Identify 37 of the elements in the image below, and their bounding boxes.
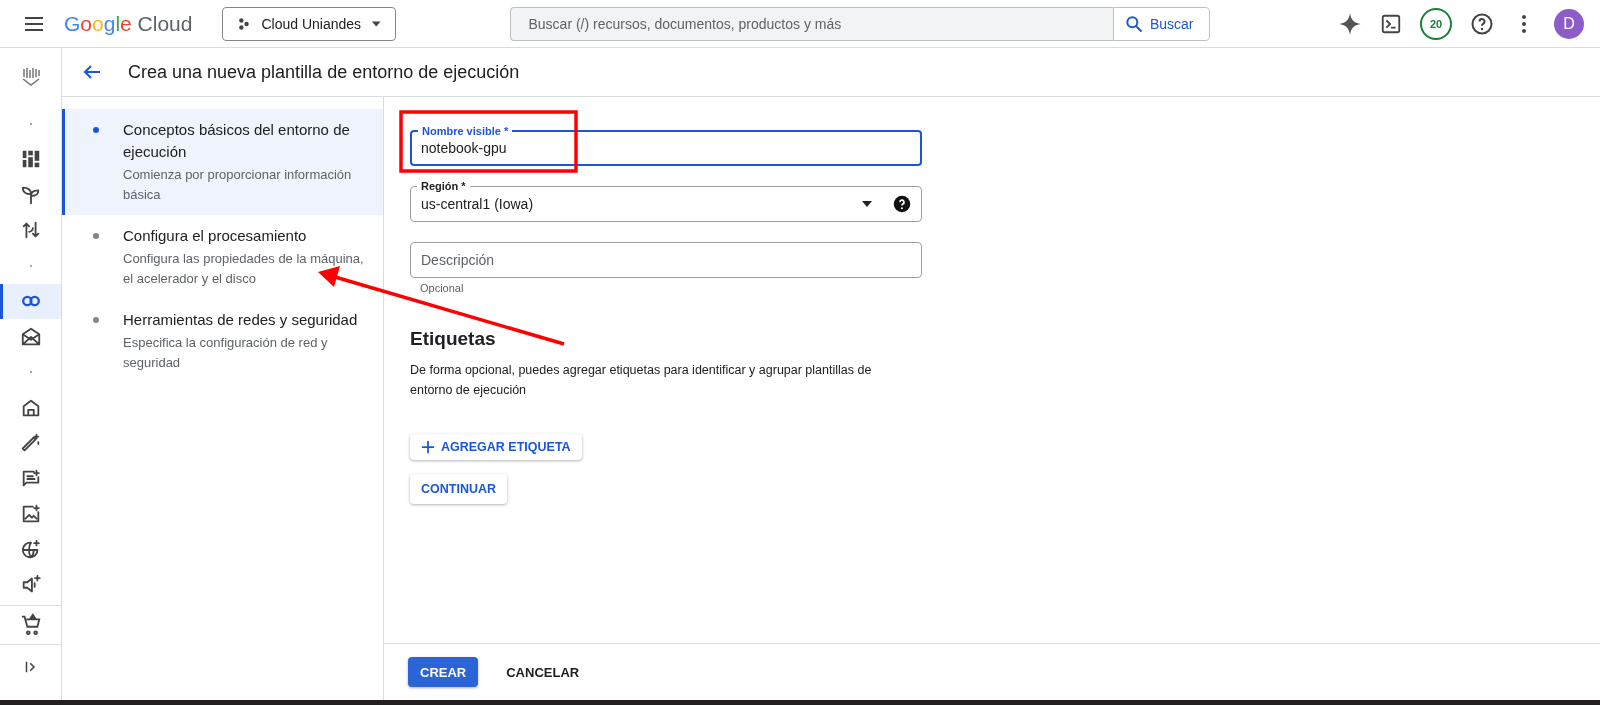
step-title: Herramientas de redes y seguridad <box>123 310 359 330</box>
create-button[interactable]: CREAR <box>408 657 479 687</box>
google-cloud-logo[interactable]: Google Cloud <box>64 11 193 36</box>
step-title: Configura el procesamiento <box>123 226 308 246</box>
step-item[interactable]: Conceptos básicos del entorno de ejecución Comienza por proporcionar información básica <box>62 109 383 215</box>
step-dot-icon <box>93 127 99 133</box>
continue-button[interactable]: CONTINUAR <box>410 474 507 504</box>
search-field[interactable]: Buscar (/) recursos, documentos, productos y más <box>510 6 1113 41</box>
step-description: Configura las propiedades de la máquina, el acelerador y el disco <box>123 250 365 288</box>
step-description: Comienza por proporcionar información básica <box>123 166 353 204</box>
help-icon[interactable] <box>893 195 911 213</box>
envelope-icon <box>19 325 42 348</box>
search-button[interactable]: Buscar <box>1112 6 1211 41</box>
globe-icon <box>19 538 42 561</box>
cart-icon[interactable] <box>19 612 42 635</box>
plus-icon <box>421 440 435 454</box>
step-item[interactable]: Herramientas de redes y seguridad Especifica la configuración de red y seguridad <box>62 299 383 383</box>
field-hint: Opcional <box>420 282 464 294</box>
help-icon[interactable] <box>1470 11 1494 36</box>
add-label-button[interactable]: AGREGAR ETIQUETA <box>410 434 582 460</box>
step-dot-icon <box>93 233 99 239</box>
cancel-button[interactable]: CANCELAR <box>502 664 584 680</box>
avatar[interactable]: D <box>1554 8 1584 39</box>
step-dot-icon <box>93 317 99 323</box>
section-description: De forma opcional, puedes agregar etiquetas para identificar y agrupar plantillas de entorno de ejecución <box>410 362 873 399</box>
count-badge[interactable]: 20 <box>1420 7 1452 40</box>
rail-item[interactable] <box>0 283 61 319</box>
page-title: Crea una nueva plantilla de entorno de ejecución <box>128 61 520 83</box>
step-title: Conceptos básicos del entorno de ejecución <box>123 120 351 162</box>
step-description: Especifica la configuración de red y seguridad <box>123 334 329 372</box>
project-picker[interactable]: Cloud Uniandes <box>222 6 397 41</box>
description-field[interactable]: Descripción <box>411 243 921 277</box>
nodes-icon <box>237 15 252 32</box>
section-heading: Etiquetas <box>410 328 496 350</box>
step-item[interactable]: Configura el procesamiento Configura las propiedades de la máquina, el acelerador y el disco <box>62 215 383 299</box>
terminal-icon[interactable] <box>1380 12 1402 35</box>
search-icon <box>1123 13 1144 34</box>
